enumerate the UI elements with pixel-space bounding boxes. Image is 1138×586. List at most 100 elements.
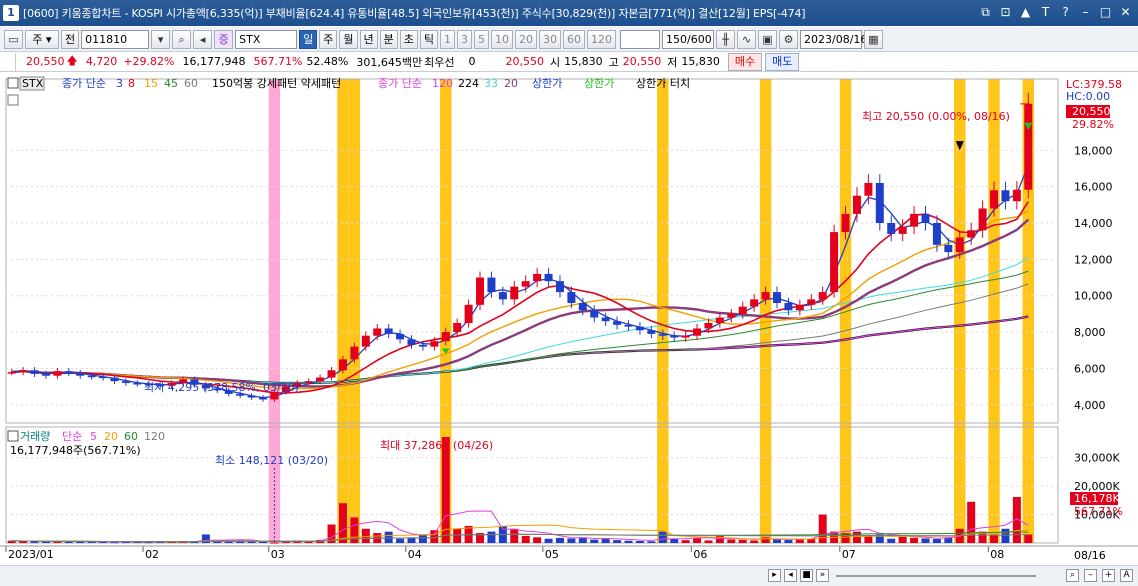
period-select[interactable]: 주 ▾ xyxy=(25,29,59,49)
date-field[interactable]: 2023/08/16 xyxy=(800,29,867,49)
x-tick-label: 04 xyxy=(408,548,422,561)
quote-bar: 20,550 🡅 4,720 +29.82% 16,177,948 567.71… xyxy=(0,52,1138,72)
interval-20[interactable]: 20 xyxy=(515,29,537,49)
candle-body xyxy=(384,328,393,334)
interval-3[interactable]: 3 xyxy=(457,29,472,49)
window-icon[interactable]: ▭ xyxy=(4,29,23,49)
candle-body xyxy=(658,333,667,336)
candle-body xyxy=(373,328,382,336)
pane-toggle-icon[interactable] xyxy=(7,77,19,89)
count-field[interactable]: 150/600 xyxy=(662,29,714,49)
plus-icon[interactable]: + xyxy=(1102,569,1115,582)
first-icon[interactable]: ◂ xyxy=(784,569,797,582)
link-icon[interactable]: ⧉ xyxy=(977,4,994,21)
candle-body xyxy=(670,335,679,338)
volume-value: 16,177,948 xyxy=(182,55,246,68)
candle-icon[interactable]: ╫ xyxy=(716,29,735,49)
search-icon[interactable]: ⌕ xyxy=(172,29,192,49)
custom-interval-select[interactable] xyxy=(620,29,660,49)
tab-day[interactable]: 일 xyxy=(299,29,318,49)
candle-body xyxy=(304,381,313,383)
tab-minute[interactable]: 분 xyxy=(379,29,398,49)
volume-bar xyxy=(795,539,804,543)
candle-body xyxy=(259,397,267,400)
x-tick-label: 08 xyxy=(990,548,1004,561)
volume-ratio: 567.71% xyxy=(253,55,303,68)
candle-body xyxy=(476,277,485,305)
candle-body xyxy=(910,213,919,227)
tab-month[interactable]: 월 xyxy=(339,29,358,49)
volume-bar xyxy=(567,538,576,543)
zoom-slider[interactable] xyxy=(836,575,1036,577)
candle-body xyxy=(681,335,690,338)
interval-5[interactable]: 5 xyxy=(474,29,489,49)
candle-body xyxy=(133,383,142,385)
date-tag: 08/16 xyxy=(1074,549,1106,562)
candle-body xyxy=(601,317,610,322)
volume-bar xyxy=(784,539,793,543)
interval-10[interactable]: 10 xyxy=(491,29,513,49)
chart-type-icon[interactable]: ∿ xyxy=(737,29,756,49)
dropdown-icon[interactable]: ▾ xyxy=(151,29,171,49)
speaker-icon[interactable]: ◂ xyxy=(193,29,213,49)
hc-label: HC:0.00 xyxy=(1066,90,1110,103)
volume-bar xyxy=(887,538,896,543)
low-label: 저 xyxy=(667,55,678,69)
stock-chart[interactable]: STX 종가 단순 3 8 15 45 60 150억봉 강세패턴 약세패턴 종… xyxy=(0,73,1138,565)
fast-forward-icon[interactable]: » xyxy=(816,569,829,582)
tab-second[interactable]: 초 xyxy=(399,29,418,49)
settings-icon[interactable]: ⚙ xyxy=(779,29,798,49)
candle-body xyxy=(944,244,953,253)
candle-body xyxy=(727,313,736,318)
volume-bar xyxy=(750,540,759,543)
x-tick-label: 05 xyxy=(545,548,559,561)
volume-bar xyxy=(921,538,930,543)
candle-body xyxy=(327,370,336,378)
volume-bar xyxy=(898,536,907,543)
volume-ma60: 60 xyxy=(124,430,138,443)
help-icon[interactable]: ? xyxy=(1057,4,1074,21)
prev-button[interactable]: 전 xyxy=(61,29,80,49)
stop-icon[interactable]: ■ xyxy=(800,569,813,582)
grid-toggle-icon[interactable] xyxy=(7,94,19,106)
x-tick-label: 06 xyxy=(693,548,707,561)
interval-60[interactable]: 60 xyxy=(563,29,585,49)
volume-title: 거래량 xyxy=(20,430,50,443)
volume-bar xyxy=(338,503,347,543)
candle-body xyxy=(19,370,28,373)
candle-body xyxy=(407,339,416,345)
volume-bar xyxy=(41,541,50,543)
tab-year[interactable]: 년 xyxy=(359,29,378,49)
scroll-right-icon[interactable]: ▸ xyxy=(768,569,781,582)
stock-code-input[interactable]: 011810 xyxy=(81,29,150,49)
font-icon[interactable]: A xyxy=(1120,569,1133,582)
candle-body xyxy=(818,292,827,300)
interval-30[interactable]: 30 xyxy=(539,29,561,49)
up-arrow-icon[interactable]: ▲ xyxy=(1017,4,1034,21)
tab-tick[interactable]: 틱 xyxy=(419,29,438,49)
vol-pct-tag: 567.71% xyxy=(1074,505,1123,518)
volume-bar xyxy=(852,531,861,543)
candle-body xyxy=(487,277,496,293)
candle-body xyxy=(396,333,405,340)
calendar-icon[interactable]: ▦ xyxy=(864,29,883,49)
text-icon[interactable]: T xyxy=(1037,4,1054,21)
sell-button[interactable]: 매도 xyxy=(765,52,800,71)
close-button[interactable]: ✕ xyxy=(1117,4,1134,21)
candle-body xyxy=(247,395,256,398)
save-icon[interactable]: ▣ xyxy=(758,29,777,49)
current-price: 20,550 xyxy=(26,55,65,68)
interval-1[interactable]: 1 xyxy=(440,29,455,49)
volume-pane-toggle-icon[interactable] xyxy=(7,430,19,442)
zoom-icon[interactable]: ⌕ xyxy=(1066,569,1079,582)
volume-bar xyxy=(670,538,679,543)
layout-icon[interactable]: ⊡ xyxy=(997,4,1014,21)
interval-120[interactable]: 120 xyxy=(587,29,616,49)
minus-icon[interactable]: – xyxy=(1084,569,1097,582)
maximize-button[interactable]: □ xyxy=(1097,4,1114,21)
buy-button[interactable]: 매수 xyxy=(727,52,763,71)
candle-body xyxy=(533,273,542,282)
minimize-button[interactable]: – xyxy=(1077,4,1094,21)
candle-body xyxy=(921,213,930,223)
tab-week[interactable]: 주 xyxy=(319,29,338,49)
